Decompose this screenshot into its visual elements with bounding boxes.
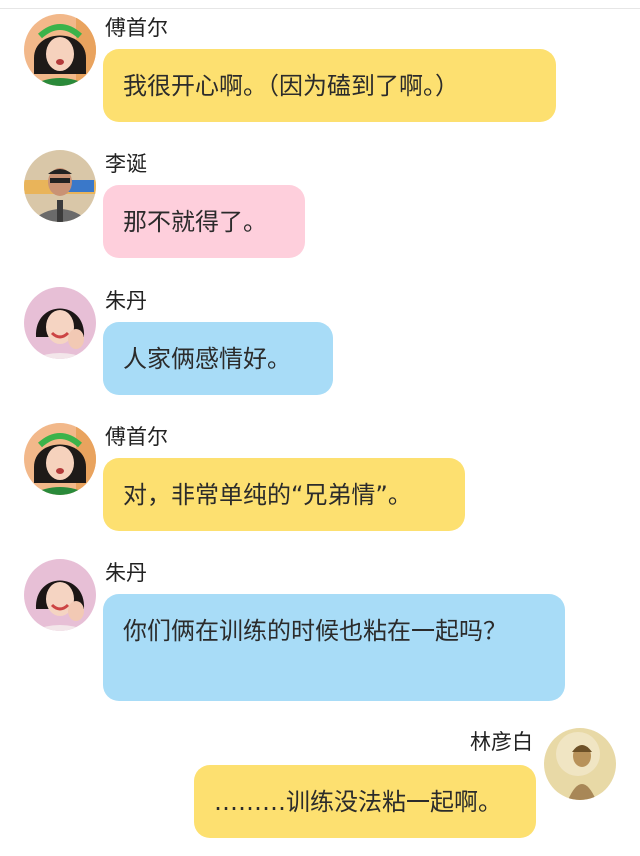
- message-bubble: 我很开心啊。（因为磕到了啊。）: [103, 49, 556, 122]
- speaker-name: 傅首尔: [105, 425, 168, 449]
- speaker-name: 李诞: [105, 152, 147, 176]
- message-bubble: 对，非常单纯的“兄弟情”。: [103, 458, 465, 531]
- speaker-name: 傅首尔: [105, 16, 168, 40]
- message-bubble: 那不就得了。: [103, 185, 305, 258]
- speaker-name: 朱丹: [105, 561, 147, 585]
- avatar-fu-shouer[interactable]: [24, 423, 96, 495]
- message-bubble: 你们俩在训练的时候也粘在一起吗？: [103, 594, 565, 701]
- avatar-fu-shouer[interactable]: [24, 14, 96, 86]
- avatar-zhu-dan[interactable]: [24, 287, 96, 359]
- speaker-name: 朱丹: [105, 289, 147, 313]
- avatar-li-dan[interactable]: [24, 150, 96, 222]
- message-bubble: 人家俩感情好。: [103, 322, 333, 395]
- top-divider: [0, 8, 640, 9]
- message-bubble: ………训练没法粘一起啊。: [194, 765, 536, 838]
- avatar-zhu-dan[interactable]: [24, 559, 96, 631]
- avatar-lin-yanbai[interactable]: [544, 728, 616, 800]
- speaker-name: 林彦白: [470, 730, 533, 754]
